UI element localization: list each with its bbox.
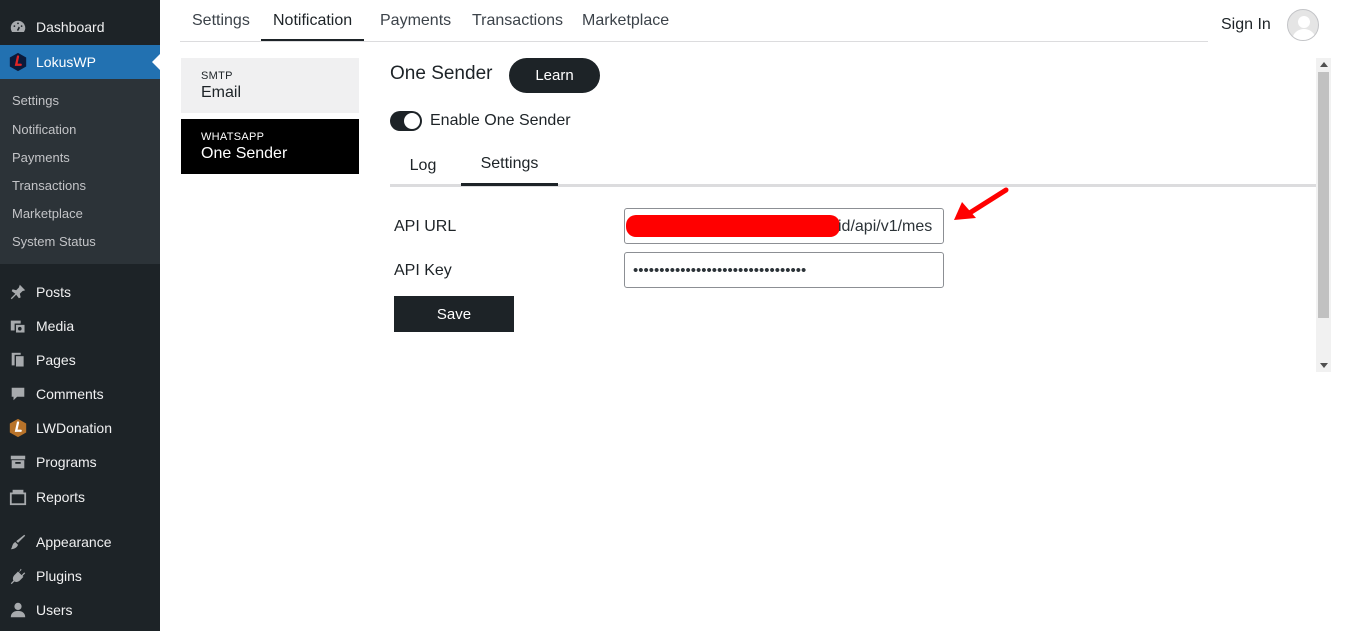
submenu-marketplace[interactable]: Marketplace: [12, 206, 83, 221]
menu-label: LWDonation: [36, 420, 113, 436]
api-url-label: API URL: [394, 218, 457, 235]
channel-name: Email: [201, 84, 242, 101]
scroll-down-icon[interactable]: [1320, 363, 1328, 368]
tab-payments[interactable]: Payments: [380, 12, 451, 41]
panel-title: One Sender: [390, 63, 493, 84]
channel-kind: SMTP: [201, 70, 233, 82]
tab-transactions[interactable]: Transactions: [472, 12, 563, 41]
menu-label: Reports: [36, 489, 86, 505]
sign-in-link[interactable]: Sign In: [1221, 16, 1271, 34]
channel-email[interactable]: SMTP Email: [181, 58, 359, 113]
menu-media[interactable]: Media: [0, 309, 160, 343]
menu-comments[interactable]: Comments: [0, 377, 160, 411]
redaction-mark: [626, 215, 840, 237]
menu-lokuswp[interactable]: LokusWP: [0, 45, 160, 79]
menu-label: Users: [36, 602, 73, 618]
save-button[interactable]: Save: [394, 296, 514, 332]
media-icon: [8, 316, 28, 336]
menu-label: Plugins: [36, 568, 82, 584]
archive-icon: [8, 452, 28, 472]
panel-subtabs: Log Settings: [390, 145, 1316, 187]
menu-label: Media: [36, 318, 75, 334]
tab-marketplace[interactable]: Marketplace: [582, 12, 669, 41]
menu-lwdonation[interactable]: LWDonation: [0, 411, 160, 445]
api-url-visible-text: id/api/v1/mes: [838, 218, 933, 235]
menu-label: Programs: [36, 454, 97, 470]
menu-users[interactable]: Users: [0, 593, 160, 627]
enable-one-sender-toggle[interactable]: [390, 111, 422, 131]
submenu-settings[interactable]: Settings: [12, 93, 59, 108]
admin-sidebar: Dashboard LokusWP Settings Notification …: [0, 0, 160, 631]
lokuswp-logo-icon: [8, 52, 28, 72]
menu-label: Comments: [36, 386, 104, 402]
tab-settings[interactable]: Settings: [192, 12, 250, 41]
api-key-label: API Key: [394, 262, 452, 279]
submenu-payments[interactable]: Payments: [12, 150, 70, 165]
pin-icon: [8, 282, 28, 302]
menu-label: Appearance: [36, 534, 112, 550]
toggle-knob: [404, 113, 420, 129]
menu-plugins[interactable]: Plugins: [0, 559, 160, 593]
api-key-input[interactable]: [624, 252, 944, 288]
comment-icon: [8, 384, 28, 404]
submenu-notification[interactable]: Notification: [12, 122, 76, 137]
plug-icon: [8, 566, 28, 586]
top-tabs: Settings Notification Payments Transacti…: [180, 0, 1208, 42]
reports-icon: [8, 487, 28, 507]
channel-name: One Sender: [201, 145, 288, 162]
menu-label: Posts: [36, 284, 72, 300]
submenu-system-status[interactable]: System Status: [12, 234, 96, 249]
lwdonation-logo-icon: [8, 418, 28, 438]
dashboard-icon: [8, 17, 28, 37]
channel-one-sender[interactable]: WHATSAPP One Sender: [181, 119, 359, 174]
brush-icon: [8, 532, 28, 552]
pages-icon: [8, 350, 28, 370]
lokuswp-submenu: Settings Notification Payments Transacti…: [0, 79, 160, 264]
tab-notification[interactable]: Notification: [261, 12, 365, 41]
annotation-arrow-icon: [954, 187, 1009, 220]
avatar-placeholder-icon: [1292, 16, 1316, 40]
learn-button[interactable]: Learn: [509, 58, 600, 93]
channel-kind: WHATSAPP: [201, 131, 265, 143]
toggle-label: Enable One Sender: [430, 112, 571, 129]
scroll-up-icon[interactable]: [1320, 62, 1328, 67]
subtab-settings[interactable]: Settings: [461, 145, 558, 186]
menu-label: LokusWP: [36, 54, 96, 70]
menu-dashboard[interactable]: Dashboard: [0, 10, 160, 44]
scroll-thumb[interactable]: [1318, 72, 1329, 318]
menu-appearance[interactable]: Appearance: [0, 525, 160, 559]
menu-pages[interactable]: Pages: [0, 343, 160, 377]
menu-programs[interactable]: Programs: [0, 445, 160, 479]
panel-scrollbar[interactable]: [1316, 58, 1331, 372]
menu-reports[interactable]: Reports: [0, 480, 160, 514]
submenu-transactions[interactable]: Transactions: [12, 178, 86, 193]
avatar[interactable]: [1287, 9, 1319, 41]
menu-label: Dashboard: [36, 19, 105, 35]
subtab-log[interactable]: Log: [390, 145, 456, 186]
menu-posts[interactable]: Posts: [0, 275, 160, 309]
user-icon: [8, 600, 28, 620]
menu-label: Pages: [36, 352, 76, 368]
